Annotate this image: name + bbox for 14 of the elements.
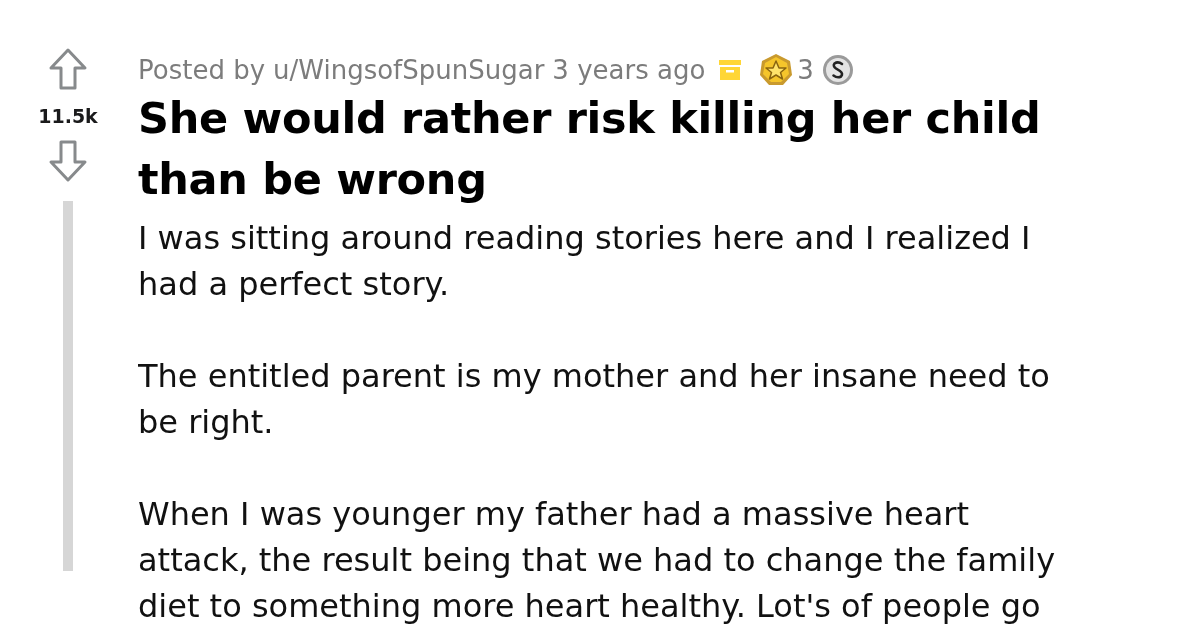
post-paragraph: I was sitting around reading stories here and I realized I had a perfect story. [138, 218, 1032, 305]
post-paragraph: The entitled parent is my mother and her insane need to be right. [138, 356, 1051, 443]
posted-by-label: Posted by [138, 55, 266, 85]
archive-icon [719, 59, 742, 81]
coin-icon [821, 54, 854, 86]
downvote-icon[interactable] [48, 139, 88, 183]
post-paragraph: When I was younger my father had a massive heart attack, the result being that we had to change the family diet to something more heart healthy. Lot's of people go [138, 494, 1057, 627]
upvote-icon[interactable] [48, 47, 88, 91]
vote-count: 11.5k [38, 105, 98, 127]
post-time: 3 years ago [552, 55, 706, 85]
award-count: 3 [797, 55, 814, 85]
post-title: She would rather risk killing her child than be wrong [138, 92, 1042, 206]
author-link[interactable]: u/WingsofSpunSugar [273, 55, 545, 85]
star-medal-icon [759, 53, 794, 87]
